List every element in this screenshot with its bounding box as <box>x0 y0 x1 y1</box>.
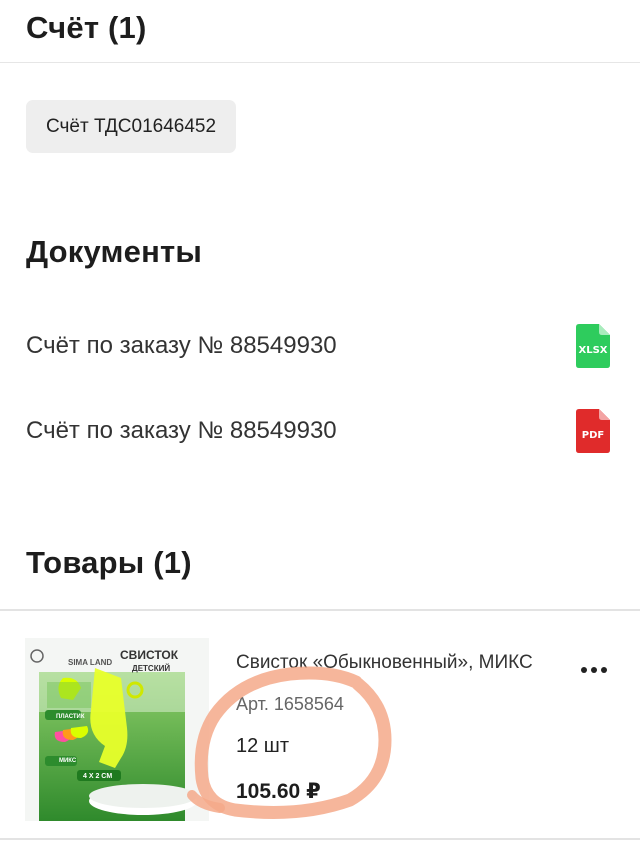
invoice-section-title: Счёт (1) <box>26 10 147 45</box>
product-price: 105.60 ₽ <box>236 780 321 803</box>
document-label: Счёт по заказу № 88549930 <box>26 332 337 359</box>
xlsx-file-icon[interactable]: XLSX <box>576 324 610 368</box>
image-subtitle: ДЕТСКИЙ <box>132 664 171 673</box>
invoice-chip-button[interactable]: Счёт ТДС01646452 <box>26 100 237 153</box>
documents-section-title: Документы <box>26 234 203 269</box>
product-quantity: 12 шт <box>236 735 290 757</box>
divider <box>0 838 640 840</box>
image-label-plastic: ПЛАСТИК <box>56 714 85 720</box>
document-label: Счёт по заказу № 88549930 <box>26 417 337 444</box>
product-card[interactable]: SIMA LAND СВИСТОК ДЕТСКИЙ ПЛАСТИК МИКС 4… <box>0 618 640 838</box>
more-horizontal-icon[interactable] <box>576 658 612 682</box>
divider <box>0 609 640 611</box>
product-article: Арт. 1658564 <box>236 694 344 714</box>
file-type-label: XLSX <box>578 345 608 356</box>
dot <box>601 667 607 673</box>
pdf-file-icon[interactable]: PDF <box>576 409 610 453</box>
divider <box>0 62 640 63</box>
goods-section-title: Товары (1) <box>26 545 192 580</box>
image-title: СВИСТОК <box>120 648 179 662</box>
image-label-mix: МИКС <box>59 758 77 764</box>
product-image[interactable]: SIMA LAND СВИСТОК ДЕТСКИЙ ПЛАСТИК МИКС 4… <box>25 638 209 821</box>
product-name[interactable]: Свисток «Обыкновенный», МИКС <box>236 652 533 674</box>
file-type-label: PDF <box>581 430 605 441</box>
brand-logo-text: SIMA LAND <box>68 658 113 667</box>
dot <box>591 667 597 673</box>
document-row-pdf[interactable]: Счёт по заказу № 88549930 PDF <box>26 406 610 456</box>
dot <box>581 667 587 673</box>
image-dimensions: 4 X 2 CM <box>83 773 113 780</box>
document-row-xlsx[interactable]: Счёт по заказу № 88549930 XLSX <box>26 321 610 371</box>
